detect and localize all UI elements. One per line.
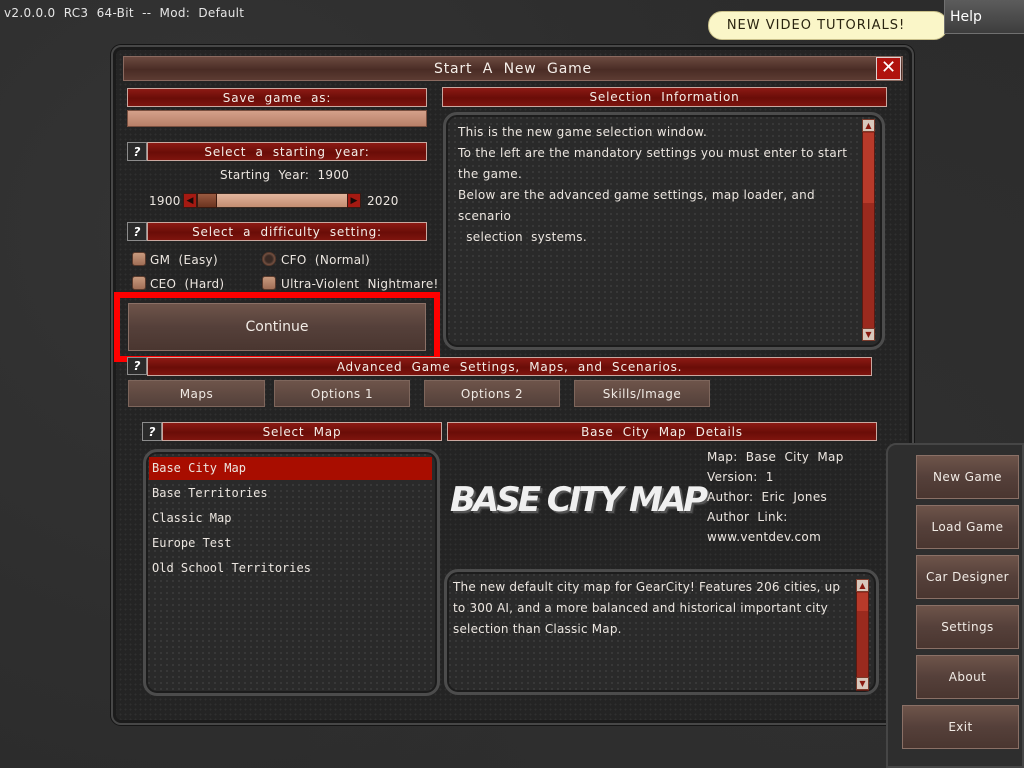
slider-left-icon[interactable]: ◀	[183, 193, 197, 208]
map-list-item[interactable]: Old School Territories	[149, 557, 432, 580]
info-line: selection systems.	[458, 230, 587, 244]
map-version-label: Version: 1	[707, 470, 774, 484]
tab-options-2[interactable]: Options 2	[424, 380, 560, 407]
map-name-label: Map: Base City Map	[707, 450, 844, 464]
selection-info-text: This is the new game selection window. T…	[458, 122, 858, 248]
car-designer-button[interactable]: Car Designer	[916, 555, 1019, 599]
info-scroll-thumb[interactable]	[863, 133, 874, 203]
about-button[interactable]: About	[916, 655, 1019, 699]
difficulty-help-icon[interactable]: ?	[127, 222, 147, 241]
window-title: Start A New Game	[123, 56, 903, 81]
scroll-up-icon[interactable]: ▲	[862, 119, 875, 132]
difficulty-hard-label[interactable]: CEO (Hard)	[150, 277, 224, 291]
difficulty-easy-checkbox[interactable]	[132, 252, 146, 266]
difficulty-nightmare-label[interactable]: Ultra-Violent Nightmare!	[281, 277, 439, 291]
map-list-item[interactable]: Base City Map	[149, 457, 432, 480]
scroll-down-icon[interactable]: ▼	[862, 328, 875, 341]
new-game-button[interactable]: New Game	[916, 455, 1019, 499]
map-help-icon[interactable]: ?	[142, 422, 162, 441]
select-map-header: Select Map	[162, 422, 442, 441]
year-help-icon[interactable]: ?	[127, 142, 147, 161]
difficulty-easy-label[interactable]: GM (Easy)	[150, 253, 218, 267]
close-button[interactable]: ✕	[876, 57, 901, 80]
map-author-link-label: Author Link:	[707, 510, 788, 524]
video-tutorials-button[interactable]: NEW VIDEO TUTORIALS!	[708, 11, 948, 40]
description-scroll-thumb[interactable]	[857, 593, 868, 611]
difficulty-hard-checkbox[interactable]	[132, 276, 146, 290]
difficulty-header: Select a difficulty setting:	[147, 222, 427, 241]
map-list-item[interactable]: Classic Map	[149, 507, 432, 530]
load-game-button[interactable]: Load Game	[916, 505, 1019, 549]
map-description-text: The new default city map for GearCity! F…	[453, 580, 841, 636]
exit-button[interactable]: Exit	[902, 705, 1019, 749]
settings-button[interactable]: Settings	[916, 605, 1019, 649]
map-author-url[interactable]: www.ventdev.com	[707, 527, 844, 547]
save-game-input[interactable]	[127, 110, 427, 127]
map-details-info: Map: Base City Map Version: 1 Author: Er…	[707, 447, 844, 547]
info-line: To the left are the mandatory settings y…	[458, 146, 848, 160]
map-logo: BASE CITY MAP	[450, 480, 708, 520]
save-game-header: Save game as:	[127, 88, 427, 107]
version-label: v2.0.0.0 RC3 64-Bit -- Mod: Default	[4, 6, 245, 20]
tab-options-1[interactable]: Options 1	[274, 380, 410, 407]
slider-right-icon[interactable]: ▶	[347, 193, 361, 208]
scroll-up-icon[interactable]: ▲	[856, 579, 869, 592]
difficulty-nightmare-checkbox[interactable]	[262, 276, 276, 290]
difficulty-normal-label[interactable]: CFO (Normal)	[281, 253, 370, 267]
advanced-help-icon[interactable]: ?	[127, 357, 147, 375]
continue-highlight-box	[114, 292, 440, 362]
info-line: the game.	[458, 167, 523, 181]
map-details-header: Base City Map Details	[447, 422, 877, 441]
map-author-label: Author: Eric Jones	[707, 490, 828, 504]
difficulty-normal-checkbox[interactable]	[262, 252, 276, 266]
help-button[interactable]: Help	[944, 0, 1024, 34]
year-min-label: 1900	[149, 194, 181, 208]
scroll-down-icon[interactable]: ▼	[856, 677, 869, 690]
info-line: Below are the advanced game settings, ma…	[458, 188, 815, 223]
tab-maps[interactable]: Maps	[128, 380, 265, 407]
starting-year-header: Select a starting year:	[147, 142, 427, 161]
info-line: This is the new game selection window.	[458, 125, 708, 139]
starting-year-label: Starting Year: 1900	[220, 168, 350, 182]
year-slider-thumb[interactable]	[197, 193, 217, 208]
tab-skills-image[interactable]: Skills/Image	[574, 380, 710, 407]
advanced-settings-header: Advanced Game Settings, Maps, and Scenar…	[147, 357, 872, 376]
map-list-item[interactable]: Base Territories	[149, 482, 432, 505]
map-list-item[interactable]: Europe Test	[149, 532, 432, 555]
year-max-label: 2020	[367, 194, 399, 208]
selection-info-header: Selection Information	[442, 87, 887, 107]
